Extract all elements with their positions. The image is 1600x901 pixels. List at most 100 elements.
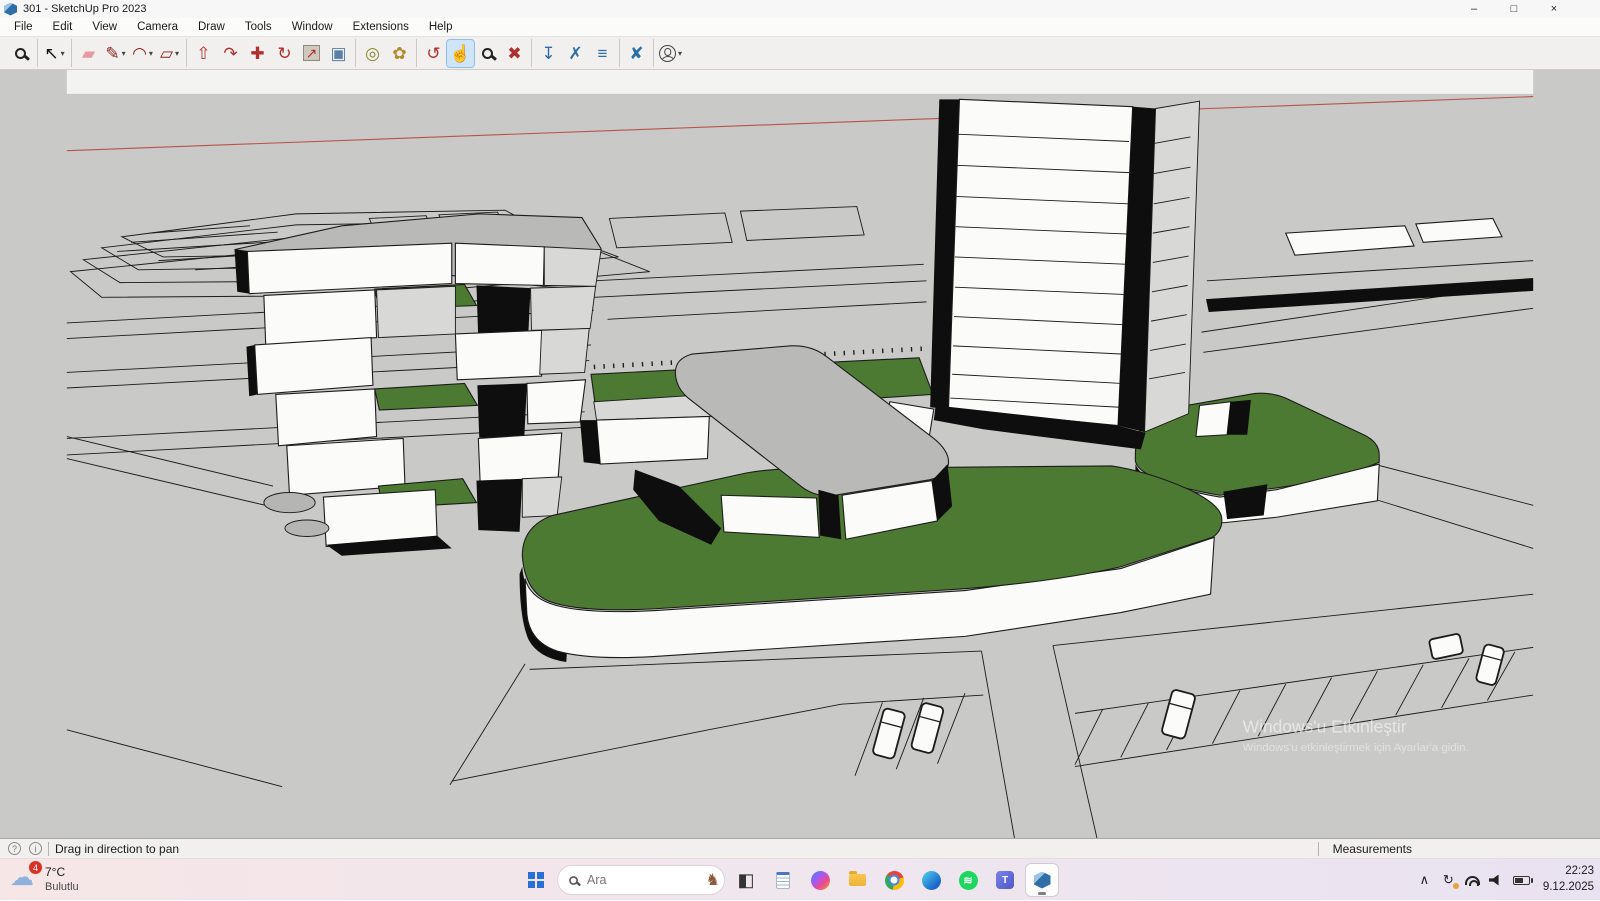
task-view-taskbar-button[interactable]: ◧ xyxy=(730,864,762,896)
battery-icon[interactable] xyxy=(1513,876,1530,885)
teams-taskbar-button[interactable]: T xyxy=(989,864,1021,896)
taskbar: ☁ 4 7°C Bulutlu ♞ ◧≋T ∧↻ 22:23 9.12.2025 xyxy=(0,858,1600,900)
menu-file[interactable]: File xyxy=(4,19,43,35)
zoom-button[interactable] xyxy=(474,40,501,67)
info-icon[interactable]: i xyxy=(29,842,42,855)
copilot-taskbar-button[interactable] xyxy=(804,864,836,896)
select-dropdown[interactable]: ▾ xyxy=(61,49,65,58)
weather-widget[interactable]: ☁ 4 7°C Bulutlu xyxy=(10,863,79,893)
system-tray: ∧↻ 22:23 9.12.2025 xyxy=(1417,859,1594,901)
arc-dropdown[interactable]: ▾ xyxy=(149,49,153,58)
arc-button[interactable]: ◠▾ xyxy=(129,40,156,67)
toolbar-group: ▰✎▾◠▾▱▾ xyxy=(71,39,186,67)
line-dropdown[interactable]: ▾ xyxy=(122,49,126,58)
copilot-icon xyxy=(811,871,830,890)
rectangle-icon: ▱ xyxy=(160,45,173,62)
tray-icons: ∧↻ xyxy=(1417,872,1530,888)
rectangle-dropdown[interactable]: ▾ xyxy=(175,49,179,58)
sketchup-taskbar-button[interactable] xyxy=(1026,864,1058,896)
scale-button[interactable]: ↗ xyxy=(298,40,325,67)
zoom-window-button[interactable] xyxy=(7,40,34,67)
menu-bar: FileEditViewCameraDrawToolsWindowExtensi… xyxy=(0,18,1600,37)
tape-measure-button[interactable]: ◎ xyxy=(359,40,386,67)
scale-icon: ↗ xyxy=(303,45,321,61)
solid-settings-button[interactable]: ✘ xyxy=(623,40,650,67)
search-input[interactable] xyxy=(587,873,687,887)
offset-box-icon: ▣ xyxy=(330,45,346,62)
chrome-taskbar-button[interactable] xyxy=(878,864,910,896)
menu-edit[interactable]: Edit xyxy=(43,19,83,35)
status-hint: Drag in direction to pan xyxy=(55,842,179,856)
arc-icon: ◠ xyxy=(132,45,147,62)
push-pull-button[interactable]: ⇧ xyxy=(190,40,217,67)
menu-help[interactable]: Help xyxy=(419,19,463,35)
viewport-sky xyxy=(67,70,1533,94)
status-separator-right xyxy=(1318,842,1319,856)
file-explorer-icon xyxy=(849,874,866,886)
clock-time: 22:23 xyxy=(1543,864,1594,880)
paint-bucket-icon: ✿ xyxy=(392,45,406,62)
geolocation-icon[interactable]: ? xyxy=(8,842,21,855)
move-button[interactable]: ✚ xyxy=(244,40,271,67)
layers-share-button[interactable]: ≡ xyxy=(589,40,616,67)
rotate-button[interactable]: ↻ xyxy=(271,40,298,67)
warehouse-download-button[interactable]: ↧ xyxy=(535,40,562,67)
taskbar-clock[interactable]: 22:23 9.12.2025 xyxy=(1543,864,1594,895)
account-button[interactable]: ▾ xyxy=(657,40,684,67)
spotify-taskbar-button[interactable]: ≋ xyxy=(952,864,984,896)
line-button[interactable]: ✎▾ xyxy=(102,40,129,67)
sketchup-logo-icon xyxy=(4,3,17,16)
weather-temperature: 7°C xyxy=(45,865,79,879)
volume-icon[interactable] xyxy=(1489,875,1504,886)
offset-box-button[interactable]: ▣ xyxy=(325,40,352,67)
wifi-icon[interactable] xyxy=(1465,876,1480,885)
orbit-button[interactable]: ↺ xyxy=(420,40,447,67)
measurements-label: Measurements xyxy=(1333,842,1412,856)
select-icon: ↖ xyxy=(44,45,58,62)
tape-measure-icon: ◎ xyxy=(365,45,380,62)
weather-badge: 4 xyxy=(29,861,42,874)
push-pull-icon: ⇧ xyxy=(196,45,210,62)
eraser-button[interactable]: ▰ xyxy=(75,40,102,67)
taskbar-search[interactable]: ♞ xyxy=(557,865,725,895)
menu-draw[interactable]: Draw xyxy=(188,19,235,35)
move-icon: ✚ xyxy=(250,45,264,62)
close-button[interactable]: × xyxy=(1534,0,1574,18)
menu-camera[interactable]: Camera xyxy=(127,19,188,35)
menu-window[interactable]: Window xyxy=(282,19,343,35)
titlebar-padding xyxy=(1574,0,1600,18)
solid-intersect-icon: ✗ xyxy=(568,45,582,62)
notepad-taskbar-button[interactable] xyxy=(767,864,799,896)
warehouse-download-icon: ↧ xyxy=(541,45,555,62)
search-highlight-image: ♞ xyxy=(706,870,720,890)
sketchup-icon xyxy=(1034,872,1051,889)
edge-taskbar-button[interactable] xyxy=(915,864,947,896)
tray-expand-icon[interactable]: ∧ xyxy=(1417,872,1432,888)
menu-tools[interactable]: Tools xyxy=(235,19,282,35)
solid-intersect-button[interactable]: ✗ xyxy=(562,40,589,67)
pan-button[interactable]: ☝ xyxy=(447,40,474,67)
measurements-input[interactable] xyxy=(1422,841,1592,857)
minimize-button[interactable]: – xyxy=(1454,0,1494,18)
file-explorer-taskbar-button[interactable] xyxy=(841,864,873,896)
title-bar: 301 - SketchUp Pro 2023 – □ × xyxy=(0,0,1600,18)
account-icon xyxy=(659,45,676,62)
teams-icon: T xyxy=(996,871,1014,889)
watermark-title: Windows'u Etkinleştir xyxy=(1243,717,1407,737)
pan-icon: ☝ xyxy=(450,45,471,62)
menu-view[interactable]: View xyxy=(82,19,127,35)
select-button[interactable]: ↖▾ xyxy=(41,40,68,67)
solid-settings-icon: ✘ xyxy=(629,45,643,62)
follow-me-button[interactable]: ↷ xyxy=(217,40,244,67)
zoom-extents-button[interactable]: ✖ xyxy=(501,40,528,67)
viewport[interactable]: Windows'u Etkinleştir Windows'u etkinleş… xyxy=(0,70,1600,838)
rectangle-button[interactable]: ▱▾ xyxy=(156,40,183,67)
menu-extensions[interactable]: Extensions xyxy=(343,19,419,35)
account-dropdown[interactable]: ▾ xyxy=(678,49,682,58)
tray-sync-icon[interactable]: ↻ xyxy=(1441,872,1456,888)
chrome-icon xyxy=(885,871,904,890)
maximize-button[interactable]: □ xyxy=(1494,0,1534,18)
toolbar-group: ↺☝ ✖ xyxy=(416,39,531,67)
paint-bucket-button[interactable]: ✿ xyxy=(386,40,413,67)
start-button[interactable] xyxy=(520,864,552,896)
